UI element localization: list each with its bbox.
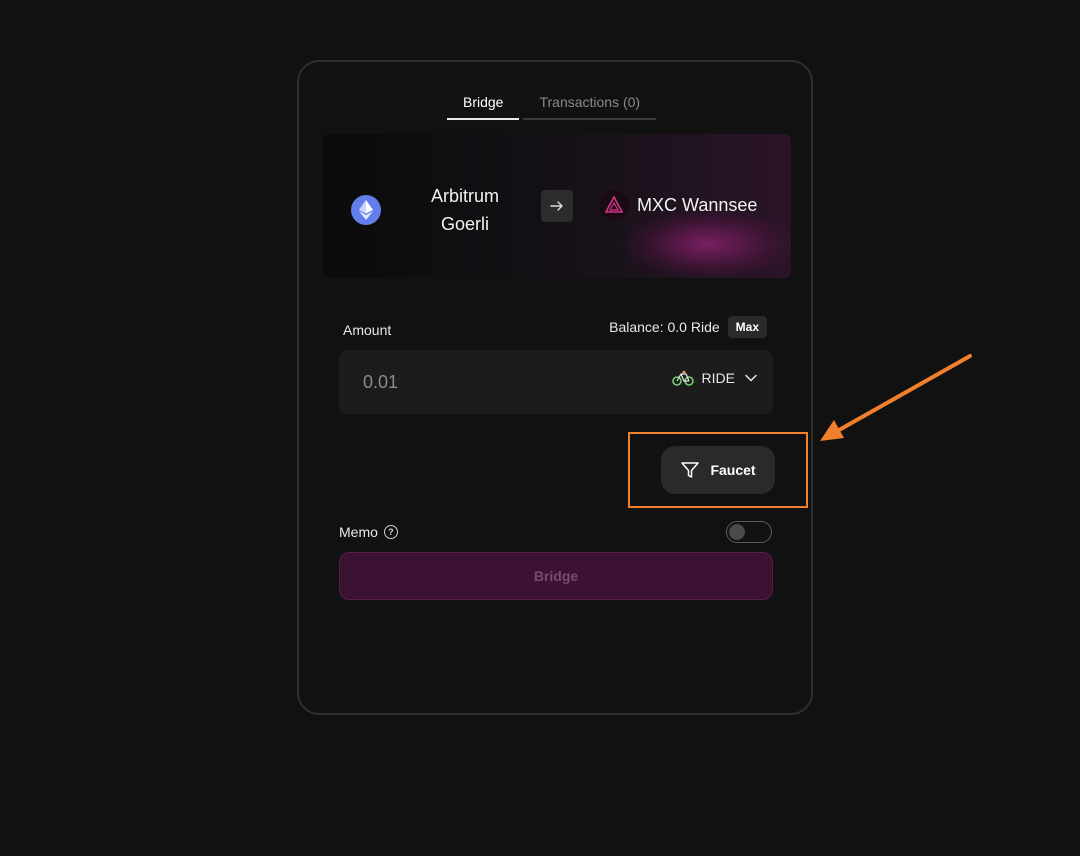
mxc-icon xyxy=(599,190,629,220)
arrow-right-icon xyxy=(550,201,563,211)
to-chain[interactable]: MXC Wannsee xyxy=(599,190,757,220)
bridge-button[interactable]: Bridge xyxy=(339,552,773,600)
chain-selector: Arbitrum Goerli MXC Wannsee xyxy=(323,134,791,278)
tab-bar: Bridge Transactions (0) xyxy=(447,90,657,120)
annotation-highlight-box xyxy=(628,432,808,508)
annotation-arrow-icon xyxy=(820,354,972,441)
memo-row: Memo ? xyxy=(339,524,398,540)
question-circle-icon[interactable]: ? xyxy=(383,525,398,539)
tab-bridge[interactable]: Bridge xyxy=(447,90,520,120)
memo-toggle[interactable] xyxy=(726,521,772,543)
tab-transactions[interactable]: Transactions (0) xyxy=(523,90,657,120)
balance: Balance: 0.0 Ride Max xyxy=(609,316,767,338)
bridge-card: Bridge Transactions (0) Arbitrum Goerli xyxy=(297,60,813,715)
balance-text: Balance: 0.0 Ride xyxy=(609,319,720,335)
ethereum-icon xyxy=(351,195,381,225)
amount-field-container: RIDE xyxy=(339,350,773,414)
swap-chains-button[interactable] xyxy=(541,190,573,222)
memo-label: Memo xyxy=(339,524,378,540)
from-chain[interactable]: Arbitrum Goerli xyxy=(351,182,513,238)
amount-input[interactable] xyxy=(353,366,623,398)
chevron-down-icon xyxy=(745,374,757,382)
from-chain-name: Arbitrum Goerli xyxy=(430,186,499,234)
token-selector[interactable]: RIDE xyxy=(671,370,757,386)
token-label: RIDE xyxy=(701,370,735,386)
amount-label: Amount xyxy=(343,322,392,338)
to-chain-name: MXC Wannsee xyxy=(637,195,758,215)
bike-icon xyxy=(671,370,694,386)
toggle-knob xyxy=(729,524,745,540)
max-button[interactable]: Max xyxy=(727,316,767,338)
